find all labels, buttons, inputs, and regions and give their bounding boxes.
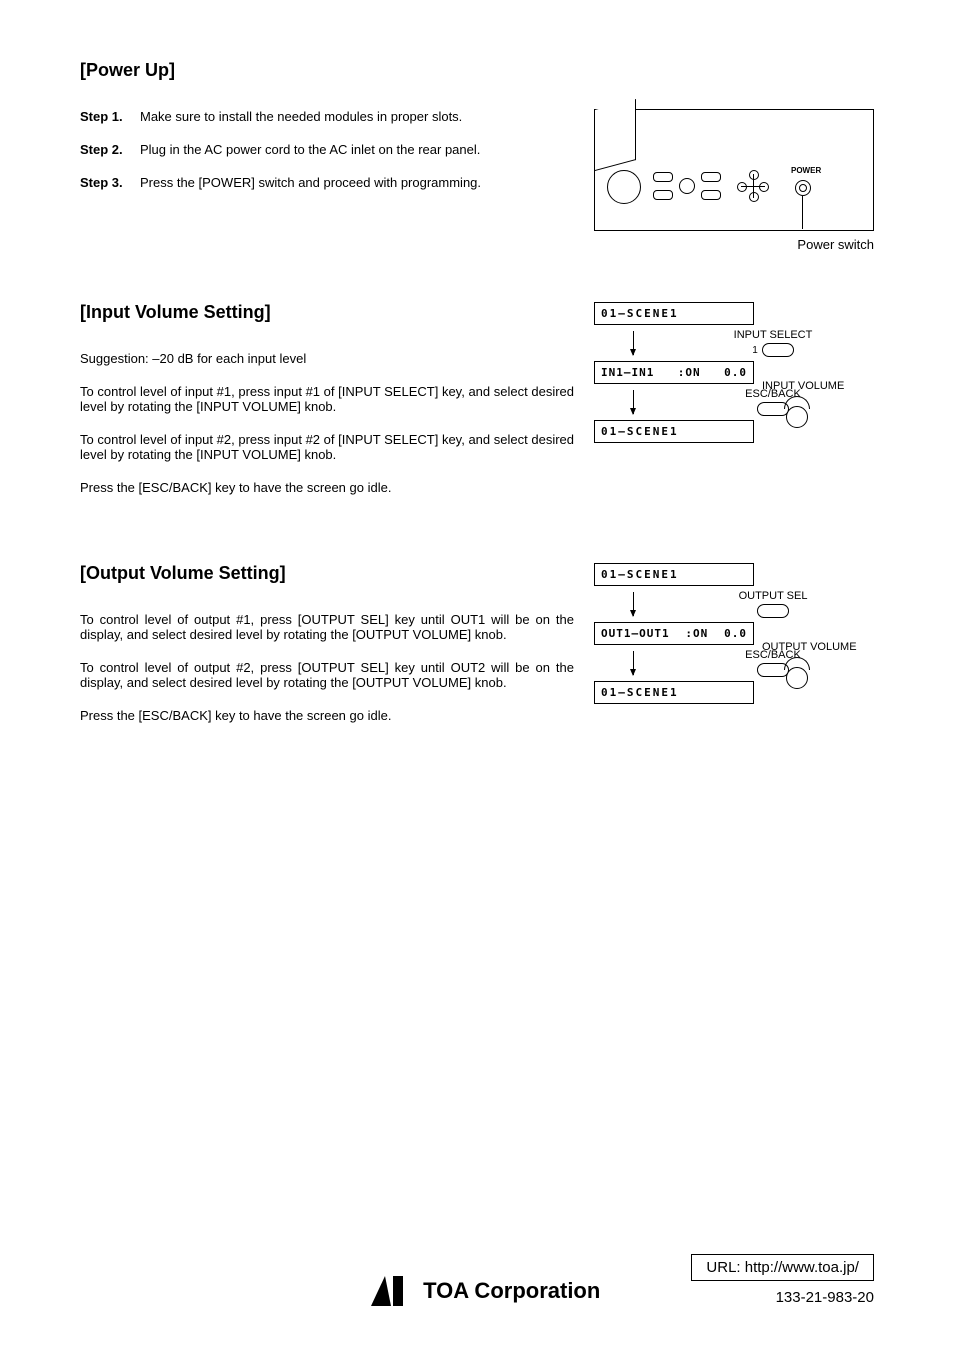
step-3-text: Press the [POWER] switch and proceed wit… <box>140 175 574 190</box>
input-select-num: 1 <box>752 345 758 356</box>
volume-knob-icon <box>786 406 808 428</box>
step-3: Step 3. Press the [POWER] switch and pro… <box>80 175 574 190</box>
section-input-volume: [Input Volume Setting] Suggestion: –20 d… <box>80 302 874 513</box>
input-para-1: To control level of input #1, press inpu… <box>80 384 574 414</box>
volume-knob-icon <box>786 667 808 689</box>
step-1-text: Make sure to install the needed modules … <box>140 109 574 124</box>
pill-button-icon <box>762 343 794 357</box>
step-2: Step 2. Plug in the AC power cord to the… <box>80 142 574 157</box>
lcd-top-out: 01–SCENE1 <box>594 563 754 586</box>
step-1-label: Step 1. <box>80 109 140 124</box>
pill-button-icon <box>757 604 789 618</box>
lcd-mid-val: 0.0 <box>724 366 747 379</box>
output-para-2: To control level of output #2, press [OU… <box>80 660 574 690</box>
toa-logo-text: TOA Corporation <box>423 1278 600 1304</box>
arrow-down-icon <box>633 592 634 616</box>
step-2-text: Plug in the AC power cord to the AC inle… <box>140 142 574 157</box>
lcd-mid-out: OUT1–OUT1 :ON 0.0 <box>594 622 754 645</box>
input-suggestion: Suggestion: –20 dB for each input level <box>80 351 574 366</box>
section-power-up: [Power Up] Step 1. Make sure to install … <box>80 60 874 252</box>
lcd-mid-on-out: :ON <box>685 627 708 640</box>
step-1: Step 1. Make sure to install the needed … <box>80 109 574 124</box>
input-para-2: To control level of input #2, press inpu… <box>80 432 574 462</box>
power-panel-figure: POWER <box>594 109 874 231</box>
heading-input-volume: [Input Volume Setting] <box>80 302 574 323</box>
output-flow-diagram: 01–SCENE1 OUTPUT SEL OUT1–OUT1 :ON 0.0 <box>594 563 874 704</box>
output-sel-label: OUTPUT SEL <box>672 590 874 602</box>
lcd-top: 01–SCENE1 <box>594 302 754 325</box>
page-footer: TOA Corporation URL: http://www.toa.jp/ … <box>80 1254 874 1306</box>
footer-doc-number: 133-21-983-20 <box>691 1289 874 1306</box>
lcd-bot: 01–SCENE1 <box>594 420 754 443</box>
arrow-down-icon <box>633 651 634 675</box>
lcd-mid-left: IN1–IN1 <box>601 366 654 379</box>
toa-logo: TOA Corporation <box>371 1276 600 1306</box>
arrow-down-icon <box>633 331 634 355</box>
output-para-3: Press the [ESC/BACK] key to have the scr… <box>80 708 574 723</box>
power-label: POWER <box>791 166 821 175</box>
power-button-icon <box>795 180 811 196</box>
lcd-mid-on: :ON <box>678 366 701 379</box>
footer-url: URL: http://www.toa.jp/ <box>691 1254 874 1281</box>
arrow-down-icon <box>633 390 634 414</box>
output-volume-side-label: OUTPUT VOLUME <box>762 641 857 653</box>
lcd-mid-val-out: 0.0 <box>724 627 747 640</box>
step-2-label: Step 2. <box>80 142 140 157</box>
heading-power-up: [Power Up] <box>80 60 874 81</box>
step-3-label: Step 3. <box>80 175 140 190</box>
section-output-volume: [Output Volume Setting] To control level… <box>80 563 874 741</box>
toa-logo-icon <box>371 1276 409 1306</box>
heading-output-volume: [Output Volume Setting] <box>80 563 574 584</box>
lcd-mid-left-out: OUT1–OUT1 <box>601 627 670 640</box>
power-switch-caption: Power switch <box>594 237 874 252</box>
input-para-3: Press the [ESC/BACK] key to have the scr… <box>80 480 574 495</box>
input-flow-diagram: 01–SCENE1 INPUT SELECT 1 IN1–IN1 :ON 0.0 <box>594 302 874 443</box>
lcd-mid: IN1–IN1 :ON 0.0 <box>594 361 754 384</box>
lcd-bot-out: 01–SCENE1 <box>594 681 754 704</box>
output-para-1: To control level of output #1, press [OU… <box>80 612 574 642</box>
input-volume-side-label: INPUT VOLUME <box>762 380 844 392</box>
input-select-label: INPUT SELECT <box>672 329 874 341</box>
